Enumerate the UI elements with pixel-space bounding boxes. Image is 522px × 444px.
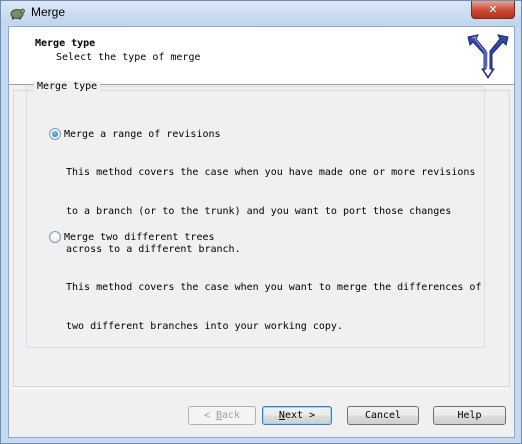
back-prefix: < [203,410,216,421]
radio-button-unchecked[interactable] [49,231,61,243]
description-line: This method covers the case when you hav… [66,167,476,179]
description-line: to a branch (or to the trunk) and you wa… [66,205,452,217]
page-subtitle: Select the type of merge [56,52,201,63]
tortoise-app-icon [10,8,25,20]
radio-button-checked[interactable] [49,128,61,140]
close-icon: ✕ [488,3,498,16]
next-button[interactable]: Next > [262,406,332,425]
merge-arrows-icon [467,34,509,79]
help-button[interactable]: Help [433,406,506,425]
radio-merge-two-trees-label[interactable]: Merge two different trees [64,232,215,243]
radio-merge-range[interactable]: Merge a range of revisions [49,128,221,140]
next-rest: ext > [284,410,316,421]
merge-two-trees-description: This method covers the case when you wan… [66,257,481,359]
radio-merge-range-label[interactable]: Merge a range of revisions [64,129,221,140]
wizard-header: Merge type Select the type of merge [9,27,514,85]
description-line: This method covers the case when you wan… [66,282,482,294]
cancel-button[interactable]: Cancel [347,406,419,425]
groupbox-legend: Merge type [34,81,101,92]
merge-dialog-window: Merge ✕ Merge type Select the type of me… [0,0,522,444]
radio-merge-two-trees[interactable]: Merge two different trees [49,231,215,243]
help-label: Help [457,410,482,421]
title-bar[interactable]: Merge ✕ [1,1,521,25]
footer-divider [12,388,509,389]
page-title: Merge type [35,38,96,49]
description-line: two different branches into your working… [66,320,343,332]
description-line: across to a different branch. [66,243,241,255]
cancel-label: Cancel [364,410,402,421]
back-button[interactable]: < Back [188,406,256,425]
back-rest: ack [222,410,241,421]
window-title: Merge [31,5,66,19]
close-button[interactable]: ✕ [471,1,515,19]
